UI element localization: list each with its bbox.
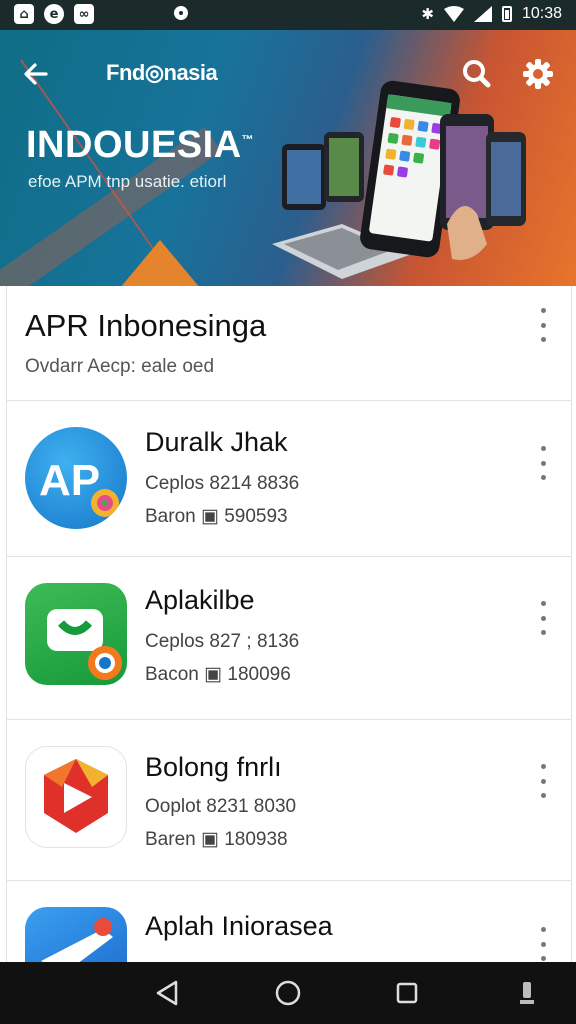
ap-blue-icon: AP [25, 427, 127, 529]
list-item[interactable]: Aplah Iniorasea [7, 881, 571, 962]
brand-logo: Fnd◎nasia [106, 60, 218, 85]
item-overflow-menu[interactable] [531, 601, 555, 635]
list-item[interactable]: AP Duralk Jhak Ceplos 8214 8836 Baron ▣ … [7, 401, 571, 556]
item-overflow-menu[interactable] [531, 764, 555, 798]
section-subtitle: Ovdarr Aecp: eale oed [25, 356, 215, 377]
item-overflow-menu[interactable] [531, 446, 555, 480]
link-app-icon: ∞ [74, 4, 94, 24]
app-meta-line: Bacon ▣ 180096 [145, 664, 291, 685]
back-arrow-icon [24, 63, 48, 85]
section-title: APR Inbonesinga [25, 308, 267, 343]
hero-title: INDOUESIA™ [26, 124, 255, 166]
svg-text:AP: AP [39, 456, 100, 505]
app-meta-line: Ooplot 8231 8030 [145, 796, 297, 817]
devices-illustration [272, 80, 526, 279]
list-item[interactable]: Aplakilbe Ceplos 827 ; 8136 Bacon ▣ 1800… [7, 557, 571, 719]
battery-icon [501, 6, 512, 22]
back-triangle-icon [156, 980, 178, 1006]
app-meta-line: Baren ▣ 180938 [145, 829, 288, 850]
location-icon [174, 6, 188, 20]
app-meta-line: Ceplos 827 ; 8136 [145, 631, 300, 652]
app-name: Aplakilbe [145, 585, 255, 615]
app-meta-line: Baron ▣ 590593 [145, 506, 288, 527]
green-chat-icon [25, 583, 127, 685]
home-app-icon: ⌂ [14, 4, 34, 24]
refresh-app-icon: e [44, 4, 64, 24]
app-name: Duralk Jhak [145, 427, 288, 457]
keyboard-icon [520, 982, 534, 1004]
app-meta-line: Ceplos 8214 8836 [145, 473, 300, 494]
nav-extra-button[interactable] [510, 978, 544, 1008]
app-list-card: APR Inbonesinga Ovdarr Aecp: eale oed AP… [6, 286, 572, 962]
nav-home-button[interactable] [271, 978, 305, 1008]
nav-back-button[interactable] [150, 978, 184, 1008]
status-bar: ⌂ e ∞ ✱ 10:38 [0, 0, 576, 30]
wifi-icon [443, 6, 464, 22]
list-item[interactable]: Bolong fnrlı Ooplot 8231 8030 Baren ▣ 18… [7, 720, 571, 880]
hero-subtitle: efoe APM tnp usatie. etiorl [28, 172, 227, 191]
nav-recents-button[interactable] [390, 978, 424, 1008]
navigation-bar [0, 962, 576, 1024]
header-banner: Fnd◎nasia INDOUESIA™ efoe APM tnp usatie… [0, 30, 576, 286]
back-button[interactable] [16, 54, 56, 94]
clock: 10:38 [521, 5, 562, 22]
bluetooth-icon: ✱ [421, 5, 434, 23]
app-name: Aplah Iniorasea [145, 911, 333, 941]
blue-plane-icon [25, 907, 127, 962]
home-circle-icon [275, 980, 301, 1006]
item-overflow-menu[interactable] [531, 927, 555, 961]
recents-square-icon [396, 982, 418, 1004]
section-overflow-menu[interactable] [531, 308, 555, 342]
app-name: Bolong fnrlı [145, 752, 282, 782]
red-play-icon [25, 746, 127, 848]
signal-icon [473, 6, 492, 22]
